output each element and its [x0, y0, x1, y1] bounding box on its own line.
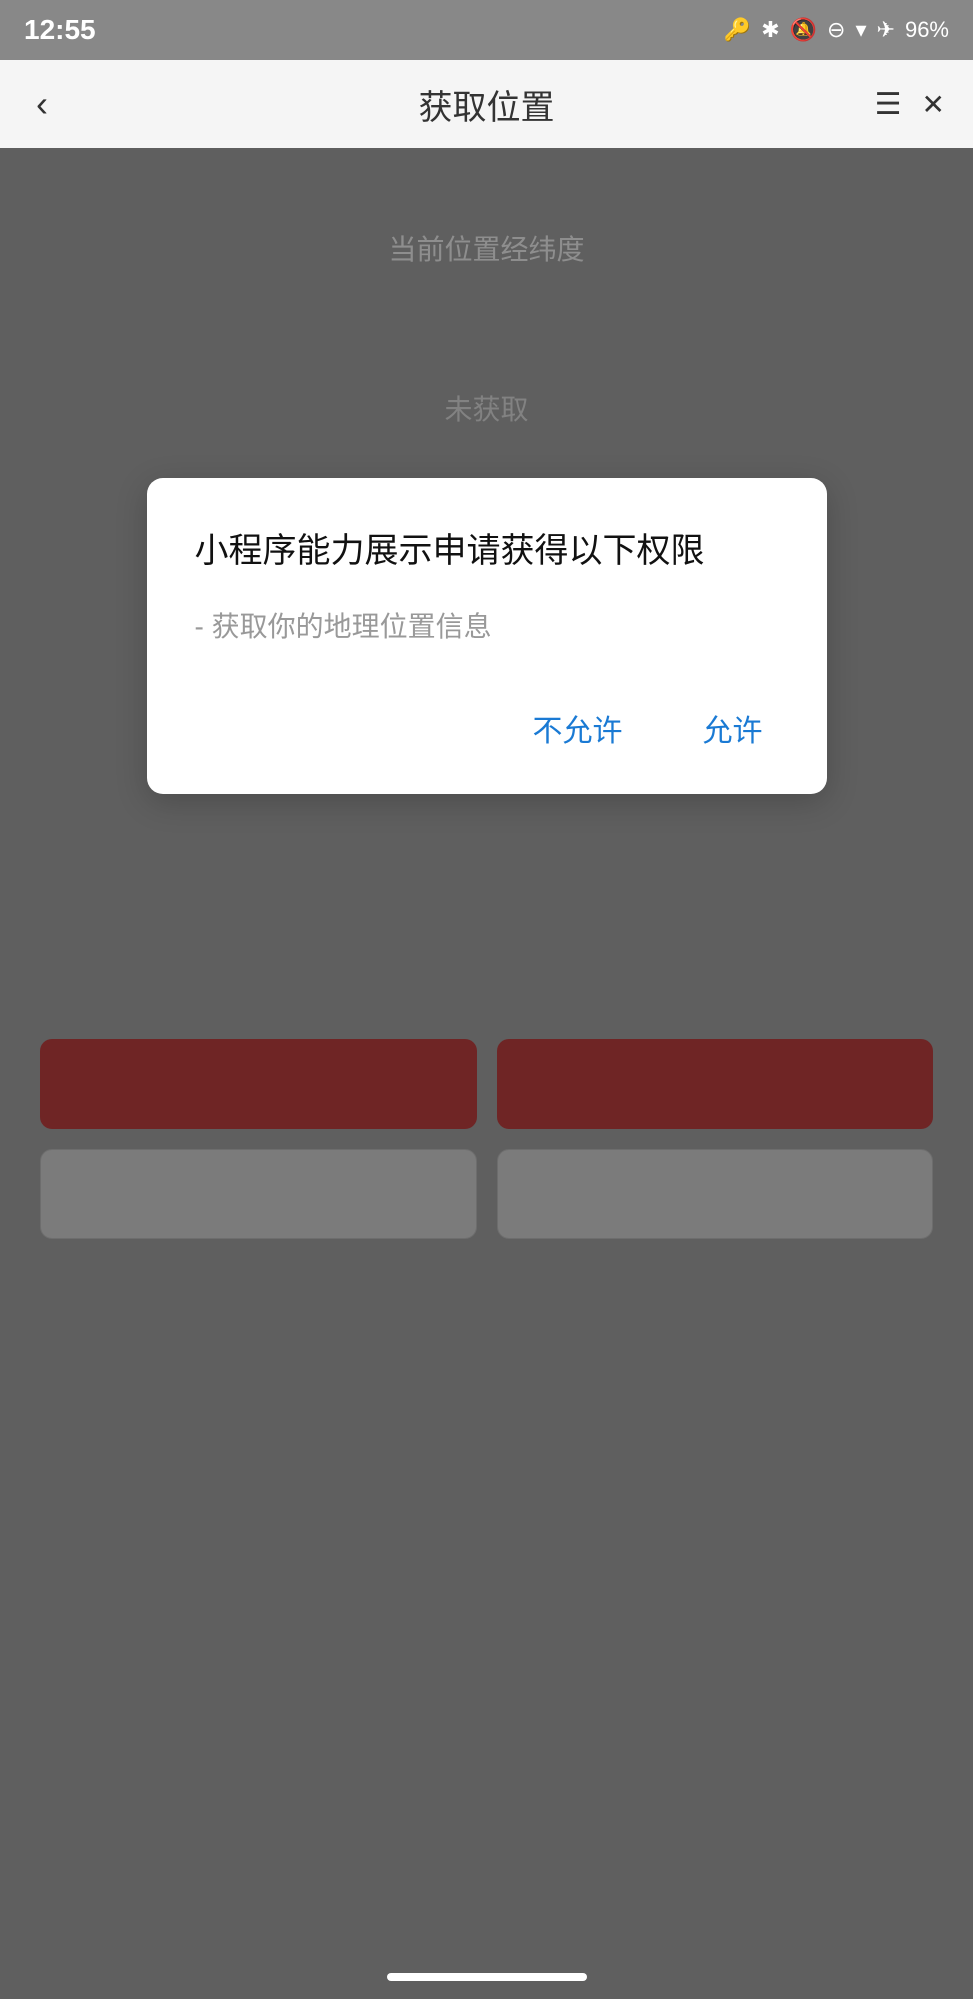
- battery-text: 96%: [905, 17, 949, 43]
- nav-bar: ‹ 获取位置 ☰ ✕: [0, 60, 973, 148]
- back-button[interactable]: ‹: [28, 75, 56, 133]
- status-bar: 12:55 🔑 ✱ 🔕 ⊖ ▾ ✈ 96%: [0, 0, 973, 60]
- dialog-title: 小程序能力展示申请获得以下权限: [195, 526, 779, 577]
- airplane-icon: ✈: [877, 17, 895, 43]
- menu-icon[interactable]: ☰: [875, 87, 902, 122]
- status-time: 12:55: [24, 14, 96, 46]
- home-indicator: [387, 1973, 587, 1981]
- deny-button[interactable]: 不允许: [517, 698, 639, 758]
- bell-off-icon: 🔕: [790, 17, 817, 43]
- permission-dialog-overlay: 小程序能力展示申请获得以下权限 - 获取你的地理位置信息 不允许 允许: [0, 148, 973, 1999]
- page-title: 获取位置: [419, 80, 555, 129]
- wifi-icon: ▾: [855, 17, 866, 43]
- allow-button[interactable]: 允许: [687, 698, 779, 758]
- dialog-description: - 获取你的地理位置信息: [195, 605, 779, 650]
- content-area: 当前位置经纬度 未获取 小程序能力展示申请获得以下权限 - 获取你的地理位置信息…: [0, 148, 973, 1999]
- nav-right-buttons: ☰ ✕: [875, 87, 945, 122]
- key-icon: 🔑: [724, 17, 751, 43]
- minus-circle-icon: ⊖: [827, 17, 845, 43]
- status-icons: 🔑 ✱ 🔕 ⊖ ▾ ✈ 96%: [724, 17, 949, 43]
- permission-dialog: 小程序能力展示申请获得以下权限 - 获取你的地理位置信息 不允许 允许: [147, 478, 827, 794]
- page-wrapper: 12:55 🔑 ✱ 🔕 ⊖ ▾ ✈ 96% ‹ 获取位置 ☰ ✕: [0, 0, 973, 1999]
- dialog-buttons: 不允许 允许: [195, 698, 779, 758]
- close-icon[interactable]: ✕: [922, 88, 945, 121]
- bluetooth-icon: ✱: [761, 17, 779, 43]
